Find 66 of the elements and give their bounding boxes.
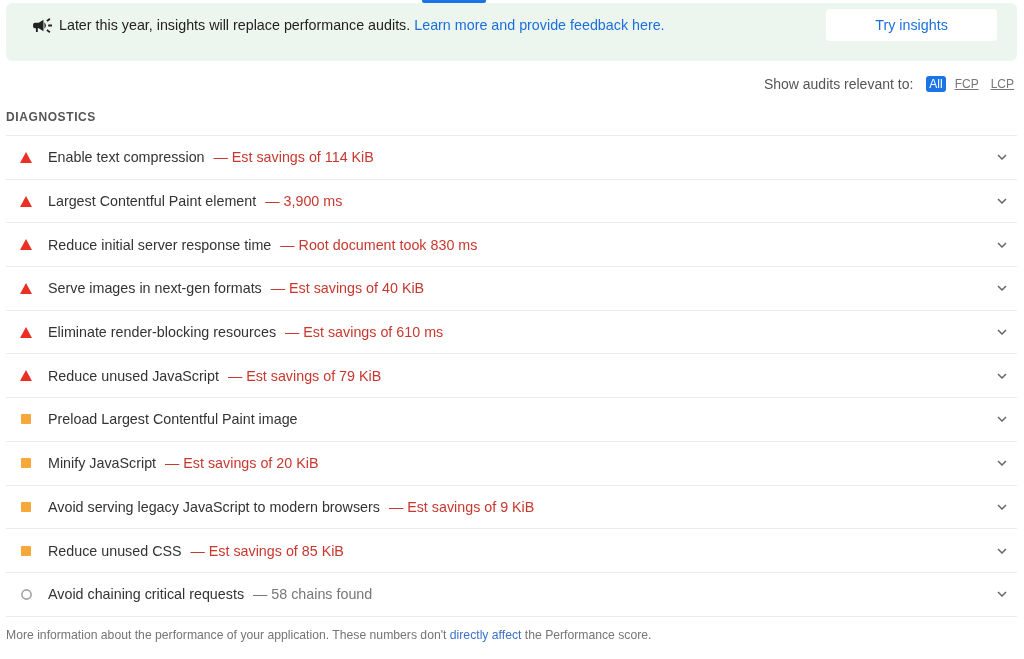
audit-value: — Est savings of 9 KiB (388, 498, 535, 515)
audit-row[interactable]: Eliminate render-blocking resources — Est savings of 610 ms (6, 310, 1017, 355)
square-icon (21, 414, 31, 425)
chevron-icon[interactable] (997, 285, 1007, 292)
chevron-icon[interactable] (997, 460, 1007, 467)
audit-title: Enable text compression (48, 149, 205, 166)
audit-title: Reduce initial server response time (48, 236, 272, 253)
audit-title: Minify JavaScript (48, 455, 157, 472)
audit-row[interactable]: Serve images in next-gen formats — Est savings of 40 KiB (6, 267, 1017, 311)
triangle-icon (20, 370, 32, 382)
triangle-icon (20, 151, 32, 163)
audit-row[interactable]: Avoid chaining critical requests — 58 chains found (6, 572, 1017, 617)
triangle-icon (20, 239, 32, 251)
circle-icon (21, 588, 32, 600)
chevron-icon[interactable] (997, 547, 1007, 554)
audit-title: Reduce unused JavaScript (48, 367, 219, 384)
chevron-icon[interactable] (997, 329, 1007, 336)
feedback-link[interactable]: Learn more and provide feedback here. (414, 17, 665, 33)
chevron-icon[interactable] (997, 154, 1007, 161)
audit-value: — Est savings of 79 KiB (227, 367, 382, 384)
filter-label: Show audits relevant to: (763, 76, 914, 92)
square-icon (21, 458, 31, 469)
triangle-icon (20, 195, 32, 207)
chevron-icon[interactable] (997, 591, 1007, 598)
audit-row[interactable]: Largest Contentful Paint element — 3,900 ms (6, 179, 1017, 224)
filter-option[interactable]: All (926, 76, 946, 92)
audit-value: — 3,900 ms (265, 193, 343, 210)
footer-note: More information about the performance of your application. These numbers don't directly affect the Performance score. (6, 627, 653, 642)
audit-title: Largest Contentful Paint element (48, 193, 257, 210)
audit-title: Reduce unused CSS (48, 542, 182, 559)
audit-title: Avoid chaining critical requests (48, 586, 245, 603)
triangle-icon (20, 282, 32, 294)
audit-row[interactable]: Enable text compression — Est savings of 114 KiB (6, 136, 1017, 180)
chevron-icon[interactable] (997, 416, 1007, 423)
chevron-icon[interactable] (997, 372, 1007, 379)
audit-row[interactable]: Reduce unused JavaScript — Est savings of 79 KiB (6, 354, 1017, 399)
notice-message: Later this year, insights will replace performance audits. Learn more and provide feedback here. (59, 17, 665, 33)
audit-row[interactable]: Reduce initial server response time — Root document took 830 ms (6, 223, 1017, 268)
audit-value: — 58 chains found (253, 586, 373, 603)
square-icon (21, 545, 31, 556)
section-title: DIAGNOSTICS (6, 109, 96, 124)
audit-row[interactable]: Minify JavaScript — Est savings of 20 KiB (6, 441, 1017, 486)
audit-title: Preload Largest Contentful Paint image (48, 411, 298, 428)
audit-row[interactable]: Preload Largest Contentful Paint image (6, 398, 1017, 442)
directly-affect-link[interactable]: directly affect (449, 627, 522, 642)
audit-row[interactable]: Avoid serving legacy JavaScript to modern browsers — Est savings of 9 KiB (6, 485, 1017, 530)
try-insights-button[interactable]: Try insights (826, 9, 997, 41)
triangle-icon (20, 326, 32, 338)
audit-value: — Est savings of 40 KiB (270, 280, 425, 297)
audit-value: — Est savings of 610 ms (285, 324, 444, 341)
active-tab-underline (422, 0, 486, 3)
chevron-icon[interactable] (997, 241, 1007, 248)
audit-value: — Root document took 830 ms (280, 236, 478, 253)
audit-title: Avoid serving legacy JavaScript to modern browsers (48, 498, 380, 515)
chevron-icon[interactable] (997, 503, 1007, 510)
audit-value: — Est savings of 85 KiB (190, 542, 344, 559)
audit-value: — Est savings of 114 KiB (213, 149, 374, 166)
audit-title: Eliminate render-blocking resources (48, 324, 277, 341)
audit-title: Serve images in next-gen formats (48, 280, 262, 297)
square-icon (21, 501, 31, 512)
audit-row[interactable]: Reduce unused CSS — Est savings of 85 KiB (6, 529, 1017, 573)
filter-option[interactable]: LCP (987, 76, 1017, 92)
audit-value: — Est savings of 20 KiB (165, 455, 319, 472)
filter-option[interactable]: FCP (951, 76, 982, 92)
chevron-icon[interactable] (997, 198, 1007, 205)
megaphone-icon (33, 16, 53, 34)
